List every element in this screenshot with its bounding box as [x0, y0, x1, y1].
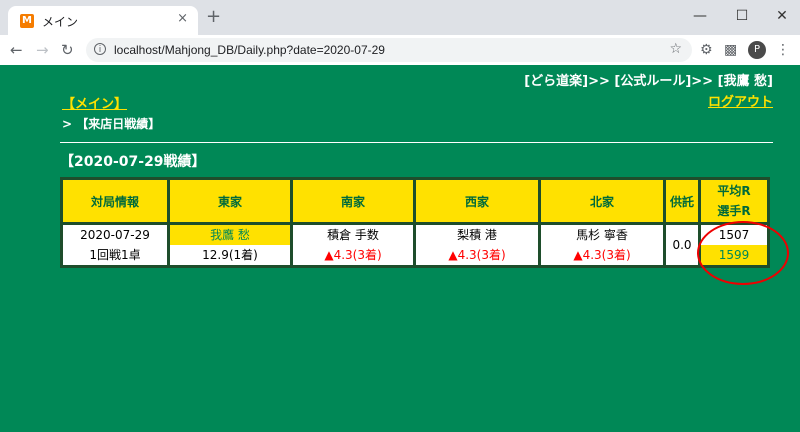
profile-avatar[interactable]: P: [748, 41, 766, 59]
back-arrow-icon[interactable]: ←: [10, 41, 23, 59]
north-cell: 馬杉 寧香 ▲4.3(3着): [541, 225, 663, 265]
minimize-icon[interactable]: —: [680, 3, 720, 29]
west-player-name[interactable]: 梨積 港: [416, 225, 538, 245]
west-score: ▲4.3(3着): [448, 248, 506, 262]
puzzle-icon[interactable]: ▩: [724, 42, 737, 58]
forward-arrow-icon[interactable]: →: [36, 41, 49, 59]
url-text[interactable]: localhost/Mahjong_DB/Daily.php?date=2020…: [114, 43, 385, 57]
new-tab-icon[interactable]: +: [206, 6, 221, 27]
east-score: 12.9(1着): [202, 248, 258, 262]
reload-icon[interactable]: ↻: [61, 41, 74, 59]
north-score: ▲4.3(3着): [573, 248, 631, 262]
header-east: 東家: [170, 180, 290, 222]
browser-tab[interactable]: M メイン ×: [8, 6, 198, 35]
west-cell: 梨積 港 ▲4.3(3着): [416, 225, 538, 265]
menu-kebab-icon[interactable]: ⋮: [776, 42, 790, 58]
tab-title: メイン: [42, 15, 79, 29]
address-bar[interactable]: i localhost/Mahjong_DB/Daily.php?date=20…: [86, 38, 692, 62]
game-date: 2020-07-29: [80, 228, 150, 242]
main-menu-link[interactable]: 【メイン】: [62, 93, 127, 112]
header-deposit: 供託: [666, 180, 698, 222]
game-info-cell: 2020-07-29 1回戦1卓: [63, 225, 167, 265]
breadcrumb: > 【来店日戦績】: [62, 117, 161, 131]
window-close-icon[interactable]: ✕: [762, 3, 800, 29]
section-title: 【2020-07-29戦績】: [60, 154, 206, 170]
deposit-cell: 0.0: [666, 225, 698, 265]
table-row: 2020-07-29 1回戦1卓 我鷹 愁 12.9(1着) 積倉 手数 ▲4.…: [63, 225, 767, 265]
divider: [60, 142, 773, 143]
browser-toolbar: ← → ↻ i localhost/Mahjong_DB/Daily.php?d…: [0, 35, 800, 66]
bookmark-star-icon[interactable]: ☆: [669, 41, 682, 57]
logout-link[interactable]: ログアウト: [708, 91, 773, 110]
header-player-rating: 選手R: [717, 204, 751, 218]
xampp-favicon-icon: M: [20, 14, 34, 28]
game-number: 1回戦1卓: [89, 248, 141, 262]
info-icon[interactable]: i: [94, 43, 106, 55]
extension-icon[interactable]: ⚙: [700, 42, 713, 58]
header-rating: 平均R 選手R: [701, 180, 767, 222]
close-tab-icon[interactable]: ×: [177, 11, 188, 26]
header-north: 北家: [541, 180, 663, 222]
maximize-icon[interactable]: ☐: [722, 3, 762, 29]
annotation-circle: [697, 221, 789, 285]
south-score: ▲4.3(3着): [324, 248, 382, 262]
east-player-name[interactable]: 我鷹 愁: [170, 225, 290, 245]
south-cell: 積倉 手数 ▲4.3(3着): [293, 225, 413, 265]
east-cell: 我鷹 愁 12.9(1着): [170, 225, 290, 265]
header-south: 南家: [293, 180, 413, 222]
south-player-name[interactable]: 積倉 手数: [293, 225, 413, 245]
header-game-info: 対局情報: [63, 180, 167, 222]
header-avg-rating: 平均R: [717, 184, 751, 198]
tab-bar: M メイン × + — ☐ ✕: [0, 0, 800, 35]
north-player-name[interactable]: 馬杉 寧香: [541, 225, 663, 245]
page-body: [どら道楽]>> [公式ルール]>> [我鷹 愁] ログアウト 【メイン】 > …: [0, 65, 800, 432]
header-west: 西家: [416, 180, 538, 222]
table-header-row: 対局情報 東家 南家 西家 北家 供託 平均R 選手R: [63, 180, 767, 222]
header-links[interactable]: [どら道楽]>> [公式ルール]>> [我鷹 愁]: [524, 70, 773, 89]
results-table: 対局情報 東家 南家 西家 北家 供託 平均R 選手R 2020-07-29 1…: [60, 177, 770, 268]
